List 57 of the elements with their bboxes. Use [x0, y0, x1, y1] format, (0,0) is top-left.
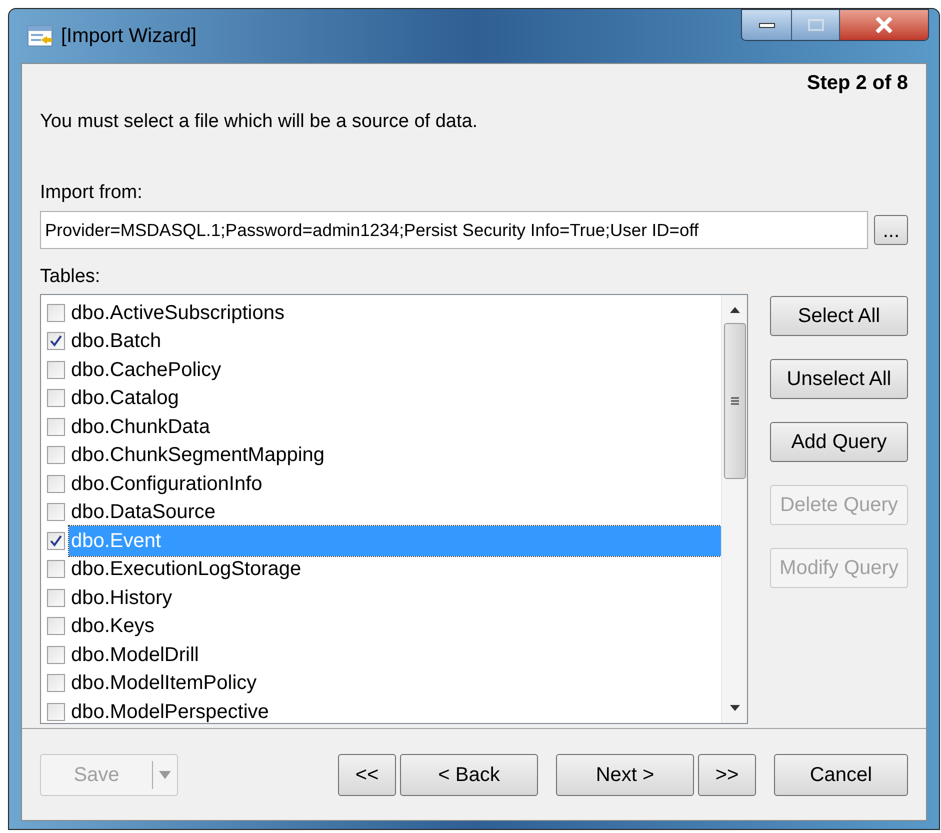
scrollbar[interactable]	[721, 294, 747, 722]
side-button[interactable]: Select All	[770, 296, 908, 336]
table-item[interactable]: dbo.ModelDrill	[69, 640, 201, 670]
scroll-down-icon	[730, 704, 740, 710]
table-item[interactable]: dbo.ChunkSegmentMapping	[69, 440, 327, 470]
checkbox[interactable]	[47, 389, 65, 408]
step-indicator: Step 2 of 8	[806, 71, 908, 96]
window-title: [Import Wizard]	[61, 24, 197, 49]
check-icon	[50, 534, 62, 547]
table-item[interactable]: dbo.ChunkData	[69, 412, 212, 442]
checkbox[interactable]	[47, 617, 65, 636]
connection-string-field[interactable]: Provider=MSDASQL.1;Password=admin1234;Persist Security Info=True;User ID=off	[40, 211, 868, 249]
checkbox[interactable]	[47, 588, 65, 607]
nav-button[interactable]: < Back	[400, 754, 538, 796]
checkbox[interactable]	[47, 646, 65, 664]
import-from-label: Import from:	[40, 180, 144, 204]
nav-button[interactable]: >>	[698, 754, 756, 796]
checkbox[interactable]	[47, 702, 65, 721]
checkbox[interactable]	[47, 532, 65, 550]
checkbox[interactable]	[47, 332, 65, 350]
cancel-button[interactable]: Cancel	[774, 754, 908, 796]
table-item[interactable]: dbo.ActiveSubscriptions	[69, 298, 286, 328]
side-button[interactable]: Unselect All	[770, 358, 908, 398]
checkbox[interactable]	[47, 304, 65, 322]
table-item[interactable]: dbo.ExecutionLogStorage	[69, 554, 304, 584]
maximize-button[interactable]	[792, 10, 840, 40]
checkbox[interactable]	[47, 503, 65, 522]
table-item[interactable]: dbo.History	[69, 582, 174, 613]
checkbox[interactable]	[47, 474, 65, 493]
tables-label: Tables:	[40, 265, 102, 289]
checkbox[interactable]	[47, 674, 65, 692]
instruction-text: You must select a file which will be a source of data.	[40, 110, 479, 134]
table-item[interactable]: dbo.DataSource	[69, 497, 218, 528]
table-item[interactable]: dbo.CachePolicy	[69, 354, 224, 385]
close-button[interactable]	[840, 10, 928, 40]
nav-button[interactable]: <<	[338, 754, 396, 796]
checkbox[interactable]	[47, 560, 65, 578]
table-item[interactable]: dbo.Catalog	[69, 383, 181, 414]
grip-icon	[730, 396, 740, 406]
nav-button[interactable]: Next >	[556, 754, 694, 796]
checkbox[interactable]	[47, 360, 65, 379]
table-item[interactable]: dbo.ModelItemPolicy	[69, 668, 259, 698]
side-button[interactable]: Add Query	[770, 422, 908, 462]
checkbox[interactable]	[47, 418, 65, 436]
close-icon	[875, 17, 893, 33]
checkbox[interactable]	[47, 446, 65, 464]
dropdown-icon	[159, 770, 171, 778]
scrollbar-thumb[interactable]	[724, 322, 746, 478]
browse-button[interactable]: ...	[874, 215, 908, 245]
check-icon	[50, 335, 62, 348]
scroll-up-icon	[730, 306, 740, 312]
table-item[interactable]: dbo.Batch	[69, 326, 164, 356]
minimize-button[interactable]	[742, 10, 792, 40]
wizard-icon	[27, 25, 53, 47]
table-item[interactable]: dbo.Keys	[69, 611, 156, 642]
table-item[interactable]: dbo.ModelPerspective	[69, 696, 271, 722]
table-item[interactable]: dbo.ConfigurationInfo	[69, 468, 264, 499]
